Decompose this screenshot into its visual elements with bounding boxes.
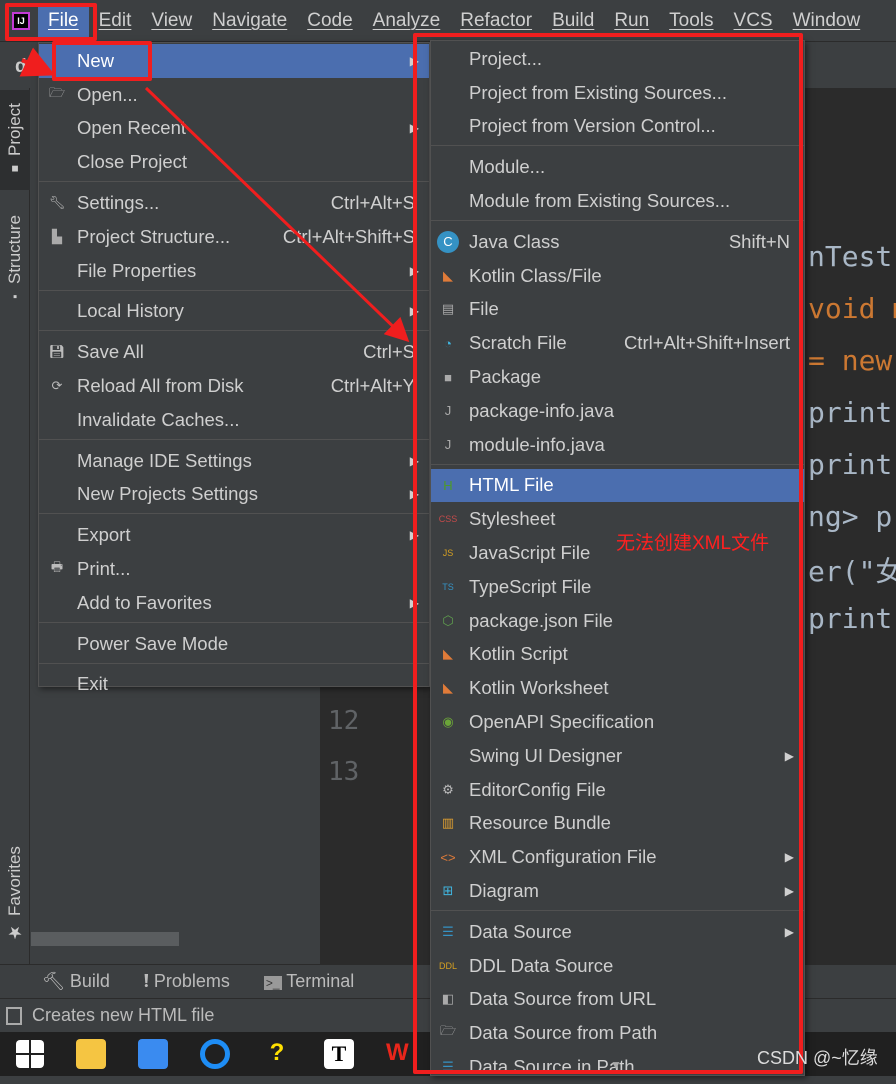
annotation-text: 无法创建XML文件 <box>616 533 770 554</box>
watermark: CSDN @~忆缘 <box>757 1048 878 1068</box>
